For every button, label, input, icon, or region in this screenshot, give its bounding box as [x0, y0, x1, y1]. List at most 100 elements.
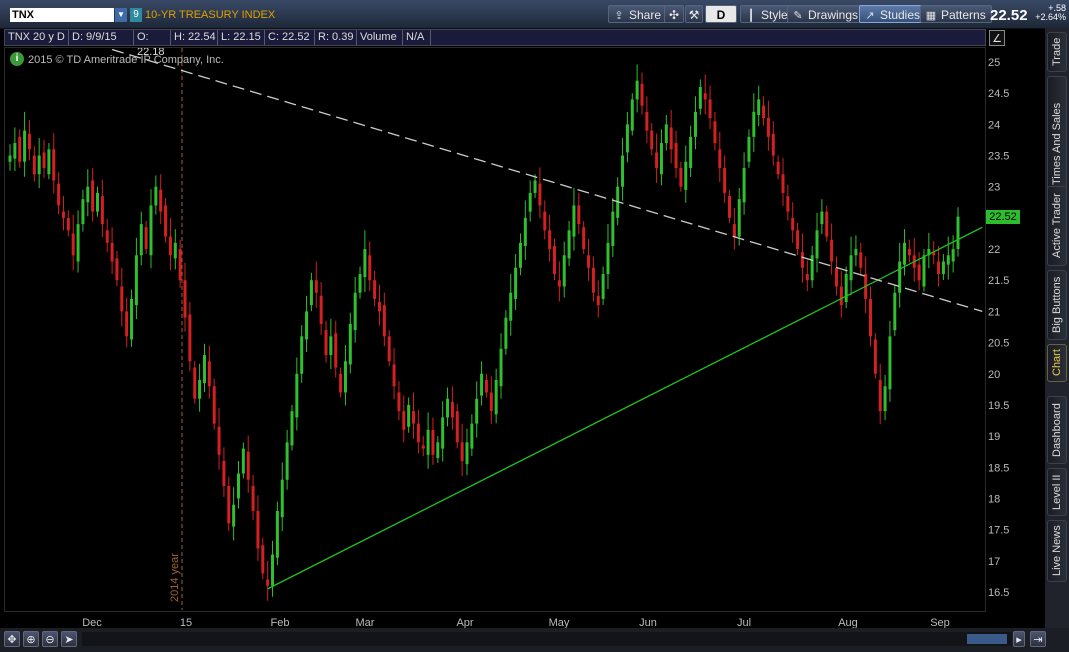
- candle-body: [329, 336, 333, 356]
- candle-body: [256, 510, 260, 549]
- candle-body: [937, 261, 941, 274]
- candle-body: [81, 199, 85, 225]
- expand-button[interactable]: ⇥: [1030, 631, 1046, 647]
- candle-body: [494, 380, 498, 415]
- y-tick-label: 19: [988, 431, 1000, 443]
- tab-chart[interactable]: Chart: [1047, 344, 1067, 382]
- y-tick-label: 23: [988, 182, 1000, 194]
- candle-body: [382, 305, 386, 337]
- candle-body: [713, 121, 717, 144]
- zoom-in-button[interactable]: ⊕: [23, 631, 39, 647]
- y-tick-label: 18.5: [988, 462, 1009, 474]
- candle-body: [630, 99, 634, 131]
- candle-body: [353, 292, 357, 331]
- candle-body: [518, 242, 522, 268]
- tab-big-buttons[interactable]: Big Buttons: [1047, 270, 1067, 340]
- scroll-right-button[interactable]: ▸: [1013, 631, 1025, 647]
- candle-body: [149, 205, 153, 256]
- y-tick-label: 24.5: [988, 88, 1009, 100]
- candle-body: [596, 295, 600, 306]
- candle-body: [742, 168, 746, 203]
- candle-body: [582, 227, 586, 250]
- y-tick-label: 20.5: [988, 338, 1009, 350]
- candle-body: [747, 136, 751, 162]
- candle-body: [212, 386, 216, 424]
- candle-body: [47, 149, 51, 175]
- y-tick-label: 21.5: [988, 275, 1009, 287]
- pan-button[interactable]: ✥: [4, 631, 20, 647]
- candle-body: [275, 510, 279, 558]
- candle-body: [202, 355, 206, 384]
- candle-body: [640, 83, 644, 106]
- candle-body: [61, 211, 65, 218]
- tab-trade[interactable]: Trade: [1047, 32, 1067, 72]
- candle-body: [728, 196, 732, 218]
- candle-body: [888, 336, 892, 390]
- candle-body: [251, 486, 255, 511]
- candle-body: [538, 183, 542, 206]
- zoom-out-button[interactable]: ⊖: [42, 631, 58, 647]
- candle-body: [280, 479, 284, 518]
- candle-body: [168, 236, 172, 256]
- zoom-out-icon: ⊖: [45, 634, 55, 646]
- candle-body: [601, 274, 605, 299]
- tab-dashboard[interactable]: Dashboard: [1047, 396, 1067, 464]
- candle-body: [878, 380, 882, 412]
- y-tick-label: 16.5: [988, 587, 1009, 599]
- candle-body: [771, 133, 775, 156]
- candle-body: [557, 280, 561, 287]
- tab-active-trader[interactable]: Active Trader: [1047, 186, 1067, 266]
- candle-body: [358, 274, 362, 293]
- right-sidebar: Trade Times And Sales Active Trader Big …: [1045, 28, 1069, 628]
- x-tick-label: Aug: [838, 617, 858, 628]
- candle-body: [178, 249, 182, 281]
- tab-level-ii[interactable]: Level II: [1047, 468, 1067, 516]
- candle-body: [655, 152, 659, 168]
- candle-body: [436, 442, 440, 458]
- candle-body: [217, 426, 221, 455]
- candle-body: [32, 155, 36, 175]
- candle-body: [577, 205, 581, 225]
- candle-body: [130, 298, 134, 340]
- info-icon[interactable]: i: [10, 52, 24, 66]
- x-tick-label: Feb: [271, 617, 290, 628]
- candle-body: [625, 124, 629, 153]
- scrollbar-thumb[interactable]: [967, 634, 1007, 644]
- candle-body: [86, 186, 90, 203]
- candle-body: [766, 118, 770, 137]
- candle-body: [781, 174, 785, 193]
- candle-body: [703, 93, 707, 100]
- candle-body: [71, 233, 75, 256]
- candle-body: [13, 143, 17, 159]
- candle-body: [363, 249, 367, 278]
- x-tick-label: 15: [180, 617, 192, 628]
- candle-body: [227, 486, 231, 524]
- candle-body: [830, 239, 834, 262]
- candle-body: [407, 404, 411, 427]
- candle-body: [120, 286, 124, 312]
- candle-body: [941, 261, 945, 274]
- candle-body: [664, 124, 668, 144]
- copyright-text: 2015 © TD Ameritrade IP Company, Inc.: [28, 54, 224, 66]
- time-scrollbar[interactable]: [82, 632, 1012, 646]
- candle-body: [907, 249, 911, 256]
- candle-body: [669, 127, 673, 150]
- price-chart[interactable]: 2524.52423.52322.52221.52120.52019.51918…: [0, 0, 1045, 628]
- x-tick-label: Jun: [639, 617, 657, 628]
- candle-body: [188, 314, 192, 362]
- tab-live-news[interactable]: Live News: [1047, 520, 1067, 582]
- candle-body: [387, 336, 391, 362]
- candle-body: [164, 205, 168, 237]
- candle-body: [635, 80, 639, 100]
- candle-body: [762, 105, 766, 119]
- last-price-tag: 22.52: [986, 210, 1020, 224]
- candle-body: [898, 261, 902, 293]
- candle-body: [76, 224, 80, 262]
- candle-body: [309, 280, 313, 306]
- candle-body: [572, 205, 576, 237]
- candle-body: [285, 442, 289, 480]
- cursor-button[interactable]: ➤: [61, 631, 77, 647]
- candle-body: [37, 155, 41, 175]
- candle-body: [319, 295, 323, 324]
- candle-body: [198, 380, 202, 399]
